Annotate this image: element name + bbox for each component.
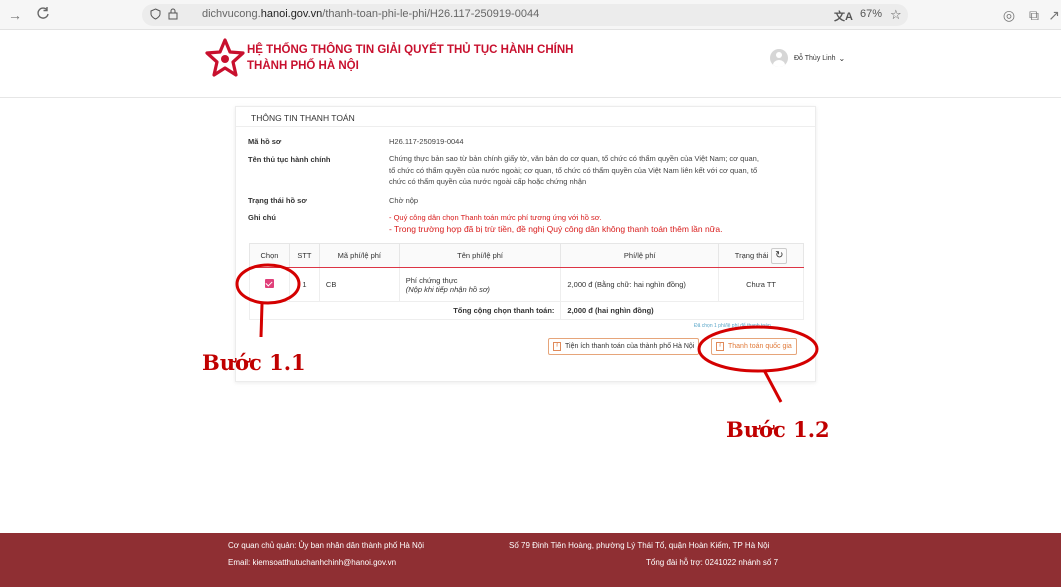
footer-email[interactable]: Email: kiemsoatthutuchanhchinh@hanoi.gov… <box>228 558 396 567</box>
share-icon[interactable]: ↗ <box>1045 6 1061 24</box>
col-ma-phi: Mã phí/lệ phí <box>318 243 400 268</box>
national-payment-button[interactable]: ₫ Thanh toán quốc gia <box>711 338 797 355</box>
site-footer: Cơ quan chủ quản: Ủy ban nhân dân thành … <box>0 533 1061 587</box>
total-value: 2,000 đ (hai nghìn đồng) <box>560 301 804 320</box>
fee-table: Chọn STT Mã phí/lệ phí Tên phí/lệ phí Ph… <box>248 243 804 320</box>
col-phi: Phí/lệ phí <box>560 243 720 268</box>
col-stt: STT <box>288 243 320 268</box>
site-info-icon[interactable] <box>150 8 161 23</box>
note-line-1: - Quý công dân chọn Thanh toán mức phí t… <box>389 213 602 222</box>
trang-thai-label: Trạng thái hồ sơ <box>248 196 307 205</box>
payment-card: THÔNG TIN THANH TOÁN Mã hồ sơ H26.117-25… <box>235 106 816 382</box>
payment-icon: ₫ <box>553 342 561 351</box>
fee-checkbox[interactable] <box>264 279 274 288</box>
total-row: Tổng cộng chọn thanh toán: 2,000 đ (hai … <box>248 301 804 320</box>
col-chon: Chọn <box>249 243 290 268</box>
trang-thai-cell: Chưa TT <box>718 267 804 302</box>
selected-note: Đã chọn 1 phí/lệ phí để thanh toán <box>694 323 771 329</box>
user-menu[interactable]: Đỗ Thùy Linh ⌄ <box>770 49 845 67</box>
payment-icon: ₫ <box>716 342 724 351</box>
avatar <box>770 49 788 67</box>
footer-address: Số 79 Đinh Tiên Hoàng, phường Lý Thái Tổ… <box>509 541 770 550</box>
phi-cell: 2,000 đ (Bằng chữ: hai nghìn đồng) <box>560 267 720 302</box>
ghi-chu-label: Ghi chú <box>248 213 276 222</box>
table-row: 1 CB Phí chứng thực (Nộp khi tiếp nhận h… <box>249 267 804 302</box>
extensions-icon[interactable]: ◎ <box>1000 6 1018 24</box>
reload-icon[interactable] <box>34 6 52 24</box>
note-line-2: - Trong trường hợp đã bị trừ tiền, đề ng… <box>389 224 723 234</box>
user-name: Đỗ Thùy Linh <box>794 54 836 62</box>
step-2-label: Bước 1.2 <box>726 417 830 442</box>
stt-cell: 1 <box>288 267 320 302</box>
refresh-icon[interactable]: ↻ <box>771 247 788 264</box>
table-header-row: Chọn STT Mã phí/lệ phí Tên phí/lệ phí Ph… <box>249 243 804 268</box>
ma-phi-cell: CB <box>318 267 400 302</box>
divider <box>236 126 815 127</box>
total-label: Tổng cộng chọn thanh toán: <box>248 301 562 320</box>
city-payment-button[interactable]: ₫ Tiện ích thanh toán của thành phố Hà N… <box>548 338 700 355</box>
ten-phi-cell: Phí chứng thực (Nộp khi tiếp nhận hồ sơ) <box>398 267 562 302</box>
site-title[interactable]: HỆ THỐNG THÔNG TIN GIẢI QUYẾT THỦ TỤC HÀ… <box>247 42 573 74</box>
translate-icon[interactable]: 文A <box>834 8 853 24</box>
card-title: THÔNG TIN THANH TOÁN <box>251 113 355 123</box>
ten-thu-tuc-label: Tên thủ tục hành chính <box>248 155 331 164</box>
step-1-label: Bước 1.1 <box>202 350 306 375</box>
col-trang-thai: Trạng thái ↻ <box>718 243 804 268</box>
browser-toolbar: → dichvucong.hanoi.gov.vn/thanh-toan-phi… <box>0 0 1061 30</box>
bookmark-star-icon[interactable]: ☆ <box>890 7 902 23</box>
lock-icon[interactable] <box>168 8 178 23</box>
address-bar[interactable]: dichvucong.hanoi.gov.vn/thanh-toan-phi-l… <box>142 4 908 26</box>
zoom-level[interactable]: 67% <box>860 8 882 20</box>
footer-co-quan: Cơ quan chủ quản: Ủy ban nhân dân thành … <box>228 541 425 550</box>
ma-ho-so-value: H26.117-250919-0044 <box>389 137 464 146</box>
ten-thu-tuc-value: Chứng thực bản sao từ bản chính giấy tờ,… <box>389 154 759 186</box>
ma-ho-so-label: Mã hồ sơ <box>248 137 282 146</box>
col-ten-phi: Tên phí/lệ phí <box>398 243 562 268</box>
chevron-down-icon: ⌄ <box>838 53 846 63</box>
select-cell <box>249 267 290 302</box>
footer-hotline: Tổng đài hỗ trợ: 0241022 nhánh số 7 <box>646 558 779 567</box>
logo-icon <box>205 38 245 77</box>
puzzle-icon[interactable]: ⧉ <box>1025 6 1043 24</box>
forward-icon[interactable]: → <box>6 6 24 24</box>
url-text[interactable]: dichvucong.hanoi.gov.vn/thanh-toan-phi-l… <box>202 8 539 20</box>
trang-thai-value: Chờ nộp <box>389 196 419 205</box>
